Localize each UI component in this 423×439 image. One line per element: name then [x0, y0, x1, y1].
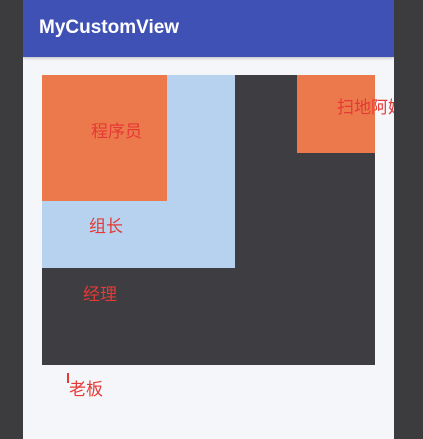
cleaner-label: 扫地阿姨: [337, 98, 394, 118]
device-screen: MyCustomView 程序员 组长 经理 扫地阿姨 老板: [23, 0, 394, 439]
programmer-label: 程序员: [91, 122, 142, 142]
custom-view-canvas: 程序员 组长 经理 扫地阿姨 老板: [42, 75, 394, 399]
manager-label: 经理: [83, 285, 117, 305]
boss-label: 老板: [69, 380, 103, 400]
leader-label: 组长: [89, 217, 123, 237]
app-bar: MyCustomView: [23, 0, 394, 57]
app-title: MyCustomView: [39, 17, 180, 38]
